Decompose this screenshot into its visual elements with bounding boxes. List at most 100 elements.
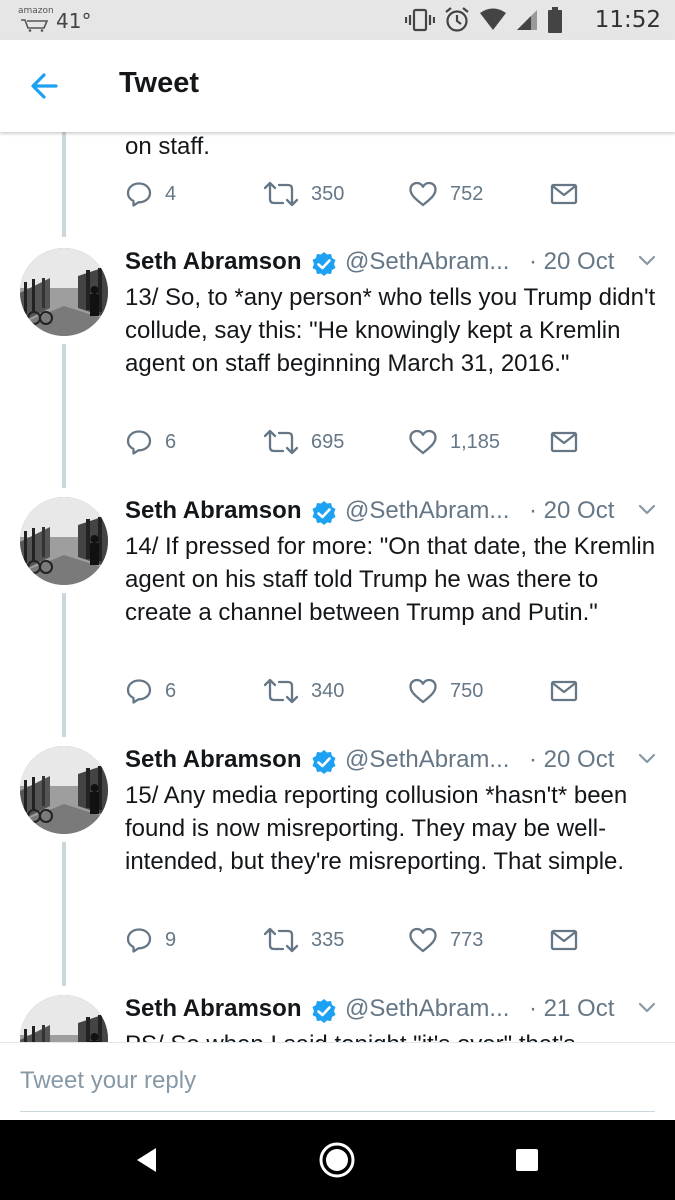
heart-icon	[408, 428, 438, 456]
nav-back-button[interactable]	[125, 1138, 169, 1182]
tweet-text: 13/ So, to *any person* who tells you Tr…	[125, 284, 656, 377]
profile-photo	[20, 497, 108, 585]
reply-count: 6	[165, 679, 177, 702]
tweet-text-continuation: on staff.	[125, 133, 210, 160]
direct-message-button[interactable]	[550, 925, 578, 955]
page-title: Tweet	[119, 67, 200, 99]
verified-badge-icon	[311, 749, 337, 775]
retweet-icon	[263, 926, 299, 954]
profile-photo	[20, 995, 108, 1042]
avatar[interactable]	[20, 995, 108, 1042]
chevron-down-icon[interactable]	[637, 752, 657, 766]
reply-composer[interactable]: Tweet your reply	[0, 1042, 675, 1120]
like-button[interactable]: 752	[408, 179, 483, 209]
like-button[interactable]: 1,185	[408, 427, 500, 457]
retweet-button[interactable]: 335	[263, 925, 344, 955]
retweet-icon	[263, 677, 299, 705]
tweet-actions: 4 350 752	[125, 179, 595, 209]
envelope-icon	[550, 430, 578, 454]
avatar[interactable]	[20, 746, 108, 834]
tweet-text: 15/ Any media reporting collusion *hasn'…	[125, 782, 628, 875]
heart-icon	[408, 677, 438, 705]
profile-photo	[20, 248, 108, 336]
retweet-count: 350	[311, 182, 345, 205]
input-underline	[20, 1111, 655, 1112]
reply-button[interactable]: 6	[125, 427, 176, 457]
retweet-icon	[263, 428, 299, 456]
retweet-count: 340	[311, 679, 345, 702]
wifi-icon	[480, 8, 506, 30]
reply-button[interactable]: 4	[125, 179, 176, 209]
thread-line	[62, 842, 66, 986]
app-header: Tweet	[0, 40, 675, 132]
back-button[interactable]	[26, 68, 66, 104]
back-triangle-icon	[137, 1148, 156, 1172]
like-button[interactable]: 750	[408, 676, 483, 706]
thread-line	[62, 344, 66, 488]
author-name[interactable]: Seth Abramson	[125, 746, 301, 774]
nav-recents-button[interactable]	[505, 1138, 549, 1182]
home-circle-icon	[319, 1142, 355, 1178]
direct-message-button[interactable]	[550, 179, 578, 209]
retweet-icon	[263, 180, 299, 208]
chevron-down-icon[interactable]	[637, 503, 657, 517]
verified-badge-icon	[311, 998, 337, 1024]
retweet-button[interactable]: 350	[263, 179, 344, 209]
tweet-date: · 21 Oct	[529, 995, 615, 1022]
tweet-date: · 20 Oct	[529, 248, 615, 275]
weather-temperature: 41°	[56, 9, 92, 33]
retweet-count: 695	[311, 430, 345, 453]
cell-signal-icon	[517, 10, 537, 30]
back-arrow-icon	[31, 73, 58, 99]
verified-badge-icon	[311, 251, 337, 277]
like-count: 773	[450, 928, 484, 951]
retweet-button[interactable]: 340	[263, 676, 344, 706]
heart-icon	[408, 180, 438, 208]
thread-line	[62, 132, 66, 237]
author-handle[interactable]: @SethAbram...	[345, 746, 509, 774]
vibrate-icon	[405, 8, 435, 32]
direct-message-button[interactable]	[550, 427, 578, 457]
clock: 11:52	[594, 7, 661, 33]
alarm-icon	[445, 7, 469, 32]
reply-count: 9	[165, 928, 177, 951]
author-name[interactable]: Seth Abramson	[125, 248, 301, 276]
nav-home-button[interactable]	[315, 1138, 359, 1182]
reply-count: 4	[165, 182, 177, 205]
retweet-count: 335	[311, 928, 345, 951]
avatar[interactable]	[20, 497, 108, 585]
thread-line	[62, 593, 66, 737]
reply-count: 6	[165, 430, 177, 453]
envelope-icon	[550, 928, 578, 952]
chevron-down-icon[interactable]	[637, 254, 657, 268]
cart-icon	[21, 19, 49, 32]
author-name[interactable]: Seth Abramson	[125, 995, 301, 1023]
author-name[interactable]: Seth Abramson	[125, 497, 301, 525]
author-handle[interactable]: @SethAbram...	[345, 995, 509, 1023]
amazon-label: amazon	[18, 6, 54, 16]
tweet-date: · 20 Oct	[529, 497, 615, 524]
battery-icon	[548, 7, 562, 33]
tweet-actions: 6 340 750	[125, 676, 595, 706]
direct-message-button[interactable]	[550, 676, 578, 706]
reply-button[interactable]: 9	[125, 925, 176, 955]
chevron-down-icon[interactable]	[637, 1001, 657, 1015]
heart-icon	[408, 926, 438, 954]
conversation-timeline[interactable]: on staff. 4 350 752 Seth Abramson @SethA…	[0, 132, 675, 1042]
author-handle[interactable]: @SethAbram...	[345, 248, 509, 276]
tweet-actions: 9 335 773	[125, 925, 595, 955]
profile-photo	[20, 746, 108, 834]
like-count: 752	[450, 182, 484, 205]
reply-input[interactable]: Tweet your reply	[20, 1067, 196, 1095]
avatar[interactable]	[20, 248, 108, 336]
retweet-button[interactable]: 695	[263, 427, 344, 457]
amazon-notification-icon: amazon	[18, 6, 54, 36]
envelope-icon	[550, 679, 578, 703]
like-button[interactable]: 773	[408, 925, 483, 955]
tweet-date: · 20 Oct	[529, 746, 615, 773]
status-bar: amazon 41° 11:52	[0, 0, 675, 40]
reply-icon	[125, 428, 153, 456]
author-handle[interactable]: @SethAbram...	[345, 497, 509, 525]
reply-button[interactable]: 6	[125, 676, 176, 706]
like-count: 750	[450, 679, 484, 702]
